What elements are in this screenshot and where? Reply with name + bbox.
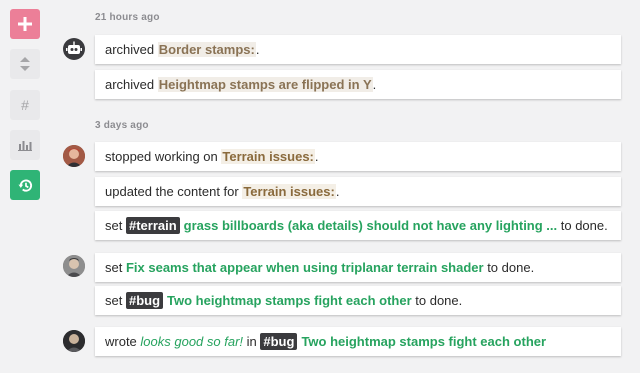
robot-icon: [66, 41, 82, 54]
activity-card: updated the content for Terrain issues:.: [95, 177, 621, 206]
action-text: wrote: [105, 334, 141, 349]
action-text: archived: [105, 42, 158, 57]
action-text: stopped working on: [105, 149, 222, 164]
item-link[interactable]: Two heightmap stamps fight each other: [167, 293, 412, 308]
tag-badge[interactable]: #bug: [125, 292, 164, 309]
item-link[interactable]: Border stamps:: [157, 42, 256, 57]
activity-card: set #bug Two heightmap stamps fight each …: [95, 286, 621, 315]
item-link[interactable]: Terrain issues:: [242, 184, 336, 199]
activity-card: archived Heightmap stamps are flipped in…: [95, 70, 621, 99]
item-link[interactable]: Heightmap stamps are flipped in Y: [157, 77, 373, 92]
activity-feed: 21 hours ago archived Border stamps:. ar…: [0, 0, 640, 373]
user-avatar-dark[interactable]: [63, 330, 85, 352]
action-text: archived: [105, 77, 158, 92]
action-text: updated the content for: [105, 184, 243, 199]
tag-badge[interactable]: #bug: [260, 333, 298, 350]
timestamp: 3 days ago: [95, 120, 149, 131]
action-text: set: [105, 293, 126, 308]
activity-card: wrote looks good so far! in #bug Two heig…: [95, 327, 621, 356]
item-link[interactable]: grass billboards (aka details) should no…: [184, 218, 557, 233]
activity-card: set #terrain grass billboards (aka detail…: [95, 211, 621, 240]
status-text: to done.: [483, 260, 535, 275]
action-text: set: [105, 260, 126, 275]
item-link[interactable]: Terrain issues:: [221, 149, 315, 164]
punctuation: .: [372, 77, 377, 92]
tag-badge[interactable]: #terrain: [125, 217, 180, 234]
robot-avatar[interactable]: [63, 38, 85, 60]
punctuation: .: [335, 184, 340, 199]
timestamp: 21 hours ago: [95, 12, 160, 23]
user-photo: [63, 255, 85, 277]
item-link[interactable]: Two heightmap stamps fight each other: [301, 334, 546, 349]
activity-card: stopped working on Terrain issues:.: [95, 142, 621, 171]
status-text: to done.: [557, 218, 608, 233]
comment-text[interactable]: looks good so far!: [140, 334, 243, 349]
user-avatar-red[interactable]: [63, 145, 85, 167]
item-link[interactable]: Fix seams that appear when using triplan…: [126, 260, 484, 275]
punctuation: .: [314, 149, 319, 164]
status-text: to done.: [411, 293, 463, 308]
user-avatar-gray[interactable]: [63, 255, 85, 277]
connector-text: in: [243, 334, 261, 349]
action-text: set: [105, 218, 126, 233]
user-photo: [63, 145, 85, 167]
activity-card: archived Border stamps:.: [95, 35, 621, 64]
user-photo: [63, 330, 85, 352]
punctuation: .: [255, 42, 260, 57]
activity-card: set Fix seams that appear when using tri…: [95, 253, 621, 282]
